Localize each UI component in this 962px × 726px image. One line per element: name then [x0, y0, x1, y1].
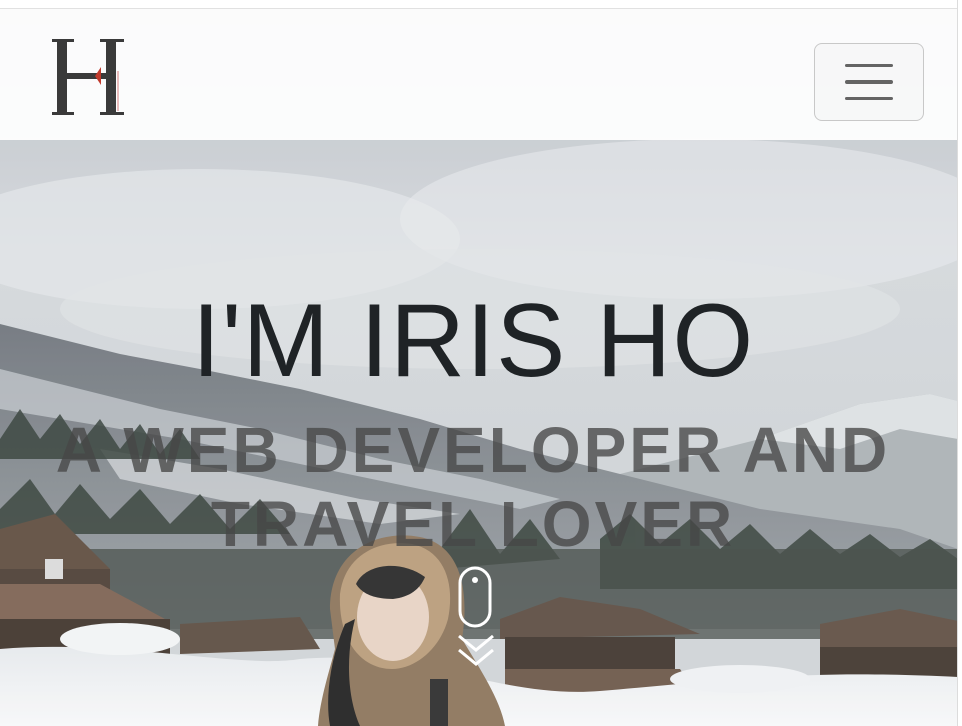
- double-chevron-down-icon[interactable]: [455, 632, 497, 670]
- window-top-edge: [0, 0, 962, 9]
- navbar: [0, 9, 958, 140]
- hero-subtitle: A WEB DEVELOPER AND TRAVEL LOVER: [55, 414, 891, 561]
- hamburger-menu-icon-bar: [845, 80, 893, 84]
- monogram-logo-icon: [52, 39, 124, 115]
- hero-title: I'M IRIS HO: [191, 282, 755, 399]
- hamburger-menu-icon-bar: [845, 96, 893, 101]
- navbar-toggle-button[interactable]: [814, 43, 924, 121]
- brand-logo[interactable]: [48, 35, 130, 119]
- hamburger-menu-icon: [845, 63, 893, 68]
- window-right-edge: [957, 0, 962, 726]
